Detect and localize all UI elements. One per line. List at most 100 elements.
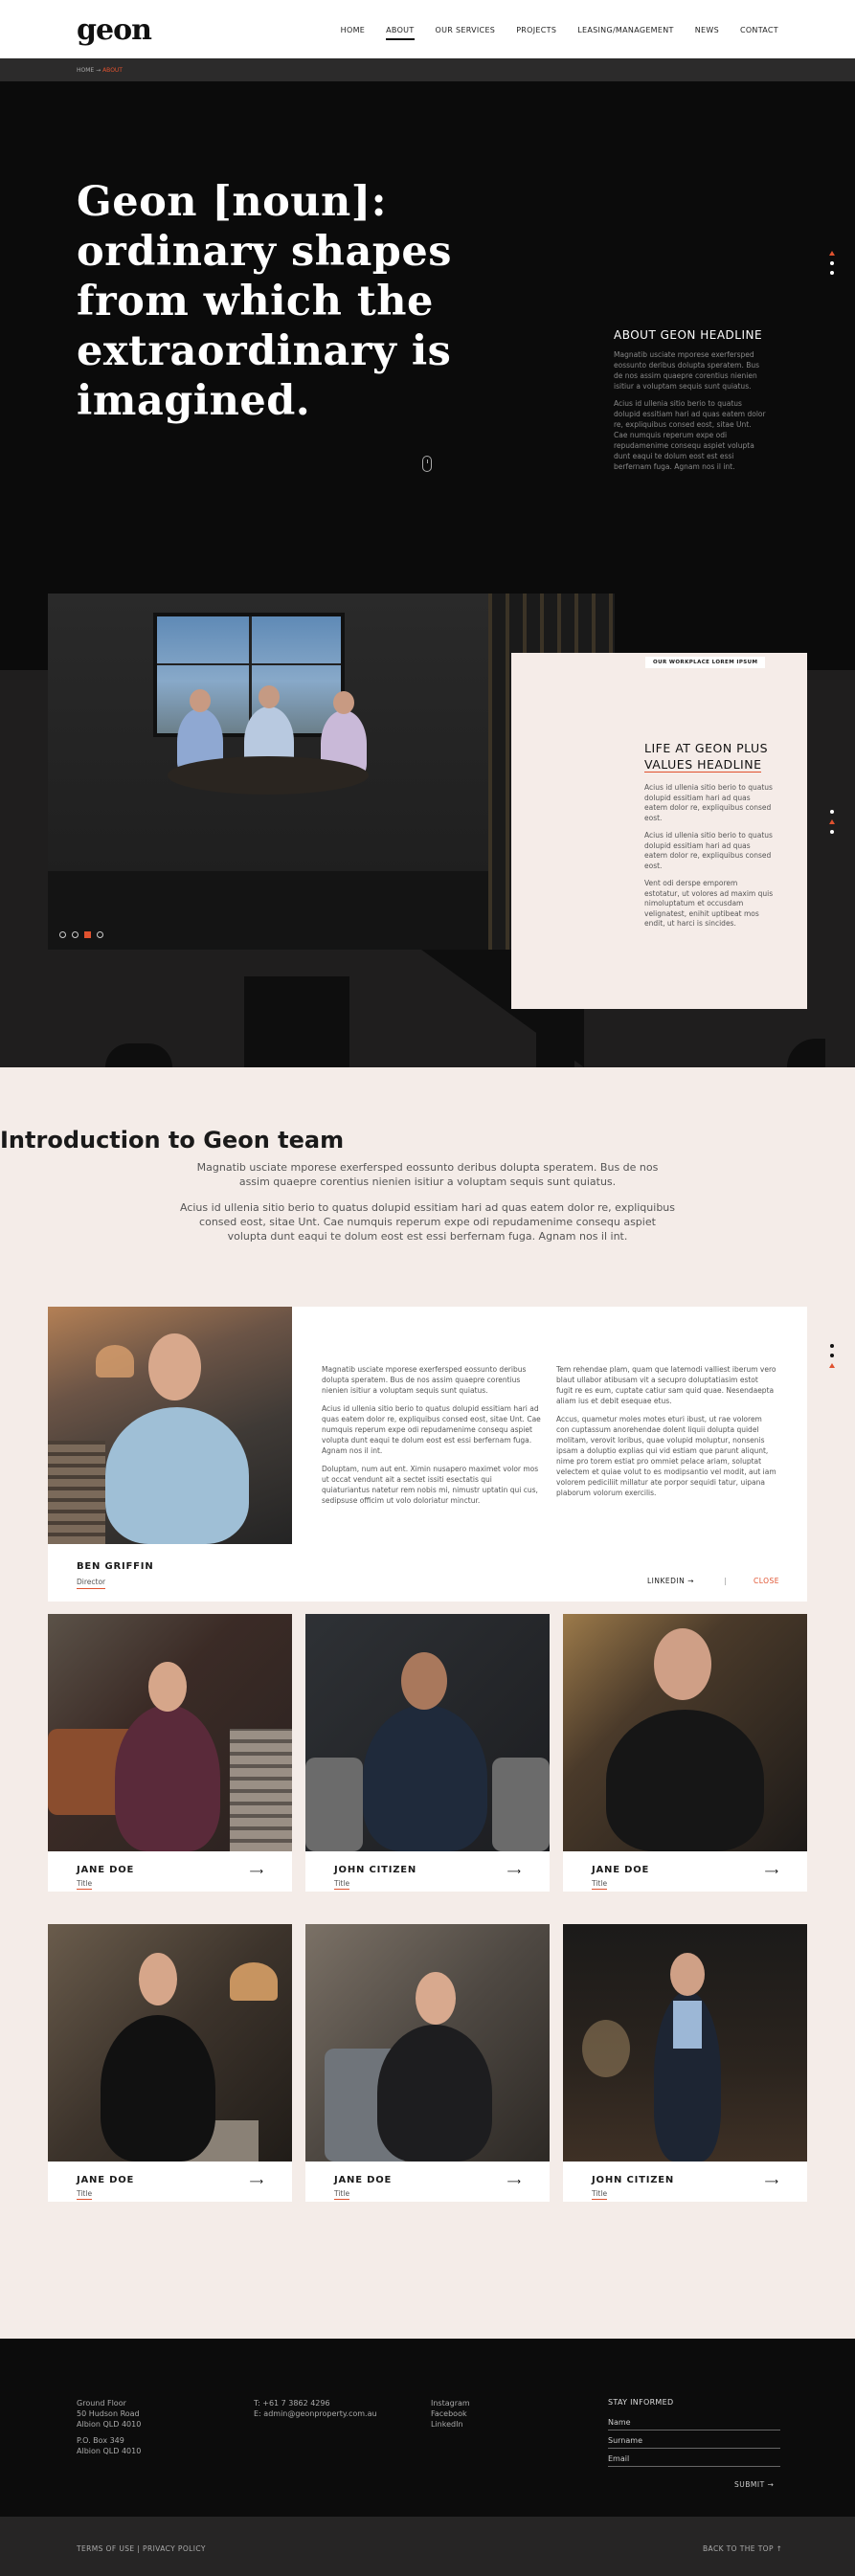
carousel-dot[interactable] xyxy=(59,931,66,938)
photo-body xyxy=(377,2025,492,2162)
arrow-right-icon[interactable]: ⟶ xyxy=(765,1867,778,1877)
life-title-line: LIFE AT GEON PLUS xyxy=(644,741,769,755)
bio-column: Tem rehendae plam, quam que latemodi val… xyxy=(556,1364,776,1506)
life-paragraph: Acius id ullenia sitio berio to quatus d… xyxy=(644,783,773,822)
photo-body xyxy=(115,1705,220,1851)
section-dots-nav[interactable] xyxy=(829,810,835,834)
section-dots-nav[interactable] xyxy=(829,251,835,275)
team-card[interactable]: JOHN CITIZEN Title ⟶ xyxy=(305,1614,550,1892)
carousel-dot[interactable] xyxy=(97,931,103,938)
photo-body xyxy=(363,1705,487,1851)
member-name: JOHN CITIZEN xyxy=(592,2175,675,2185)
dot-icon[interactable] xyxy=(830,261,834,265)
photo-head xyxy=(333,691,354,714)
nav-leasing-management[interactable]: LEASING/MANAGEMENT xyxy=(577,26,673,40)
photo-wall xyxy=(48,1441,105,1544)
photo-head xyxy=(416,1972,456,2025)
featured-member-name: BEN GRIFFIN xyxy=(77,1561,154,1572)
section-dots-nav[interactable] xyxy=(829,1344,835,1368)
dot-icon[interactable] xyxy=(830,810,834,814)
member-name: JOHN CITIZEN xyxy=(334,1865,417,1875)
life-text: Acius id ullenia sitio berio to quatus d… xyxy=(644,783,774,937)
facebook-link[interactable]: Facebook xyxy=(431,2408,470,2419)
nav-projects[interactable]: PROJECTS xyxy=(516,26,556,40)
photo-body xyxy=(101,2015,215,2162)
life-card: OUR WORKPLACE LOREM IPSUM LIFE AT GEON P… xyxy=(511,653,807,1009)
featured-member-role: Director xyxy=(77,1578,106,1589)
newsletter-form: STAY INFORMED Name Surname Email xyxy=(608,2398,780,2473)
carousel-dot-active[interactable] xyxy=(84,931,91,938)
email-link[interactable]: E: admin@geonproperty.com.au xyxy=(254,2408,377,2419)
nav-news[interactable]: NEWS xyxy=(695,26,719,40)
close-button[interactable]: CLOSE xyxy=(754,1577,779,1585)
name-field[interactable]: Name xyxy=(608,2418,780,2430)
linkedin-link[interactable]: LINKEDIN → xyxy=(647,1577,694,1585)
address-line: Ground Floor xyxy=(77,2399,126,2408)
photo-chair xyxy=(305,1758,363,1851)
arrow-right-icon[interactable]: ⟶ xyxy=(250,1867,263,1877)
footer-contact: T: +61 7 3862 4296 E: admin@geonproperty… xyxy=(254,2398,377,2419)
po-box-line: P.O. Box 349 xyxy=(77,2436,124,2445)
team-photo xyxy=(48,1614,292,1851)
dot-icon[interactable] xyxy=(830,1344,834,1348)
nav-home[interactable]: HOME xyxy=(341,26,365,40)
bio-paragraph: Acius id ullenia sitio berio to quatus d… xyxy=(322,1404,541,1455)
dot-icon[interactable] xyxy=(830,1354,834,1357)
team-card[interactable]: JANE DOE Title ⟶ xyxy=(48,1924,292,2202)
back-to-top-link[interactable]: BACK TO THE TOP ↑ xyxy=(703,2544,782,2553)
member-name: JANE DOE xyxy=(77,1865,135,1875)
hero-about-block: ABOUT GEON HEADLINE Magnatib usciate mpo… xyxy=(614,328,767,479)
member-title: Title xyxy=(77,2189,93,2200)
breadcrumb-bar: HOME → ABOUT xyxy=(0,58,855,81)
featured-member-photo xyxy=(48,1307,292,1544)
photo-head xyxy=(190,689,211,712)
instagram-link[interactable]: Instagram xyxy=(431,2398,470,2408)
team-card[interactable]: JANE DOE Title ⟶ xyxy=(48,1614,292,1892)
photo-lamp xyxy=(96,1345,134,1378)
photo-head xyxy=(670,1953,705,1996)
team-card[interactable]: JOHN CITIZEN Title ⟶ xyxy=(563,1924,807,2202)
footer-social: Instagram Facebook LinkedIn xyxy=(431,2398,470,2430)
logo[interactable]: geon xyxy=(77,13,152,47)
legal-links[interactable]: TERMS OF USE | PRIVACY POLICY xyxy=(77,2544,206,2553)
scroll-mouse-icon[interactable] xyxy=(422,456,432,472)
nav-contact[interactable]: CONTACT xyxy=(740,26,778,40)
surname-field[interactable]: Surname xyxy=(608,2436,780,2449)
carousel-dot[interactable] xyxy=(72,931,79,938)
hero-side-paragraph: Acius id ullenia sitio berio to quatus d… xyxy=(614,399,766,471)
bio-paragraph: Magnatib usciate mporese exerfersped eos… xyxy=(322,1365,527,1395)
email-field[interactable]: Email xyxy=(608,2454,780,2467)
team-card[interactable]: JANE DOE Title ⟶ xyxy=(563,1614,807,1892)
team-card[interactable]: JANE DOE Title ⟶ xyxy=(305,1924,550,2202)
bio-paragraph: Doluptam, num aut ent. Ximin nusapero ma… xyxy=(322,1465,539,1505)
dot-icon[interactable] xyxy=(830,830,834,834)
decor-shape xyxy=(244,976,349,1067)
arrow-right-icon[interactable]: ⟶ xyxy=(765,2177,778,2187)
po-box-line: Albion QLD 4010 xyxy=(77,2447,142,2455)
active-dot-icon[interactable] xyxy=(829,819,835,824)
arrow-right-icon[interactable]: ⟶ xyxy=(250,2177,263,2187)
life-paragraph: Acius id ullenia sitio berio to quatus d… xyxy=(644,831,773,870)
nav-about[interactable]: ABOUT xyxy=(386,26,415,40)
featured-member-card: BEN GRIFFIN Director Magnatib usciate mp… xyxy=(48,1307,807,1602)
hero-side-paragraph: Magnatib usciate mporese exerfersped eos… xyxy=(614,350,760,391)
photo-head xyxy=(259,685,280,708)
breadcrumb-home[interactable]: HOME xyxy=(77,67,94,74)
dot-icon[interactable] xyxy=(830,271,834,275)
arrow-right-icon[interactable]: ⟶ xyxy=(507,2177,521,2187)
photo-body xyxy=(606,1710,764,1851)
nav-our-services[interactable]: OUR SERVICES xyxy=(436,26,496,40)
team-photo xyxy=(48,1924,292,2162)
linkedin-link[interactable]: LinkedIn xyxy=(431,2419,470,2430)
team-photo xyxy=(305,1924,550,2162)
team-intro-paragraph: Acius id ullenia sitio berio to quatus d… xyxy=(180,1201,675,1243)
team-photo xyxy=(563,1924,807,2162)
active-dot-icon[interactable] xyxy=(829,251,835,256)
member-title: Title xyxy=(334,2189,350,2200)
arrow-right-icon[interactable]: ⟶ xyxy=(507,1867,521,1877)
footer-address: Ground Floor 50 Hudson Road Albion QLD 4… xyxy=(77,2398,141,2456)
active-dot-icon[interactable] xyxy=(829,1363,835,1368)
phone-link[interactable]: T: +61 7 3862 4296 xyxy=(254,2398,377,2408)
member-title: Title xyxy=(334,1879,350,1890)
submit-button[interactable]: SUBMIT → xyxy=(734,2480,774,2489)
